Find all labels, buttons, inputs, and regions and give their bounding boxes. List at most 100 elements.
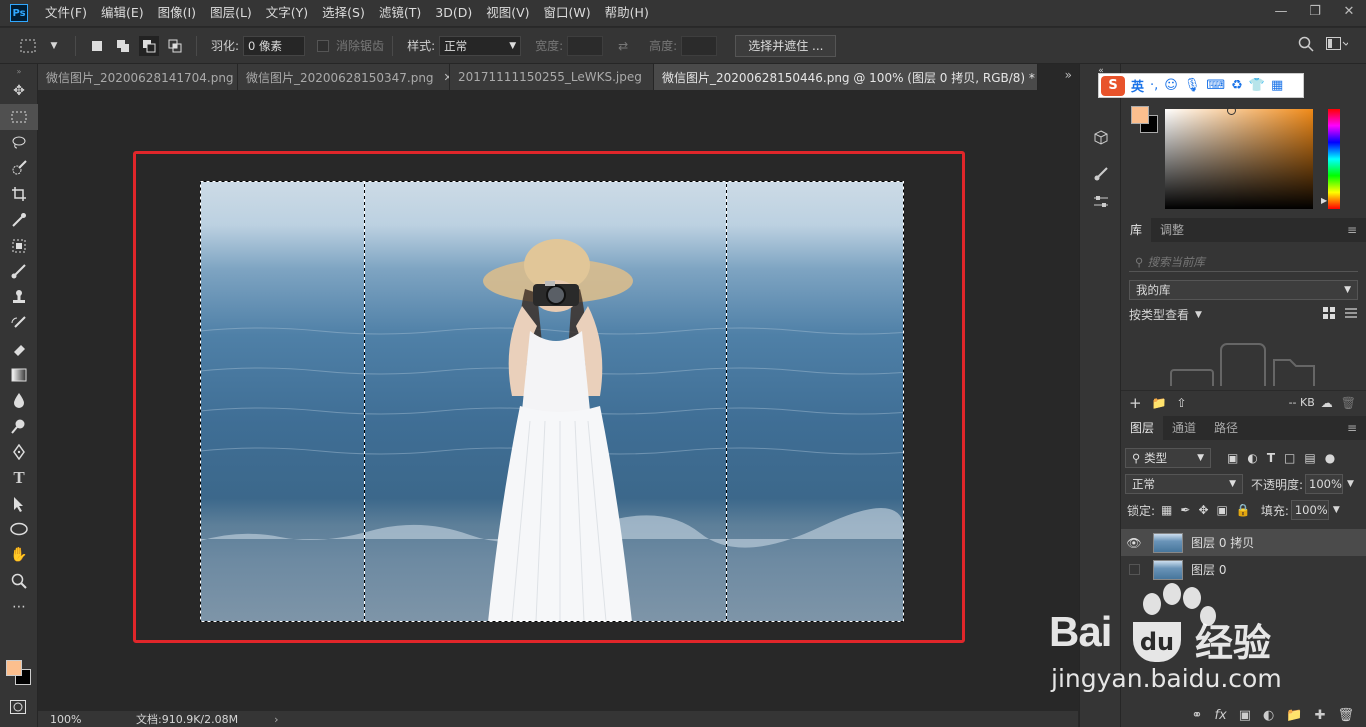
chevron-right-icon[interactable]: › xyxy=(274,713,278,726)
ime-lang[interactable]: 英 xyxy=(1131,76,1144,95)
skin-icon[interactable]: 👕 xyxy=(1249,78,1265,93)
microphone-icon[interactable]: 🎙 xyxy=(1184,78,1201,93)
pixel-filter-icon[interactable]: ▣ xyxy=(1227,451,1238,465)
quick-mask-icon[interactable] xyxy=(10,700,26,717)
brush-tool-icon[interactable] xyxy=(0,259,38,285)
pen-tool-icon[interactable] xyxy=(0,439,38,465)
menu-edit[interactable]: 编辑(E) xyxy=(94,0,151,26)
fx-icon[interactable]: fx xyxy=(1214,708,1226,723)
panel-menu-icon[interactable]: ≡ xyxy=(1338,416,1366,440)
blend-mode-select[interactable]: 正常 ▼ xyxy=(1125,474,1243,494)
lasso-tool-icon[interactable] xyxy=(0,130,38,156)
emoji-icon[interactable]: ☺ xyxy=(1164,78,1178,93)
add-selection-icon[interactable] xyxy=(113,36,133,56)
tab-adjustments[interactable]: 调整 xyxy=(1151,218,1193,242)
tab-document[interactable]: 微信图片_20200628150347.png✕ xyxy=(238,64,450,90)
visibility-eye-icon[interactable]: 👁 xyxy=(1121,536,1147,550)
visibility-toggle[interactable] xyxy=(1121,564,1147,575)
more-tools-icon[interactable]: ⋯ xyxy=(0,594,38,620)
hue-slider-handle[interactable]: ▶ xyxy=(1321,196,1327,205)
restore-icon[interactable]: ❐ xyxy=(1298,0,1332,22)
brush-panel-icon[interactable] xyxy=(1080,160,1122,188)
select-and-mask-button[interactable]: 选择并遮住 ... xyxy=(735,34,837,57)
ellipse-tool-icon[interactable] xyxy=(0,517,38,543)
lock-position-icon[interactable]: ✥ xyxy=(1198,503,1208,517)
filter-toggle-icon[interactable]: ● xyxy=(1325,451,1335,465)
collapse-icon[interactable]: » xyxy=(0,64,38,78)
trash-icon[interactable]: 🗑 xyxy=(1341,396,1356,410)
hue-slider[interactable] xyxy=(1328,109,1340,209)
menu-layer[interactable]: 图层(L) xyxy=(203,0,259,26)
grid-view-icon[interactable] xyxy=(1322,306,1336,323)
group-folder-icon[interactable]: 📁 xyxy=(1286,708,1302,723)
layer-row[interactable]: 图层 0 xyxy=(1121,556,1366,583)
healing-brush-tool-icon[interactable] xyxy=(0,233,38,259)
width-input[interactable] xyxy=(567,35,604,56)
cloud-icon[interactable]: ☁ xyxy=(1321,396,1333,410)
history-brush-tool-icon[interactable] xyxy=(0,310,38,336)
rect-marquee-tool-icon[interactable] xyxy=(0,103,38,130)
grid-menu-icon[interactable]: ▦ xyxy=(1271,78,1283,93)
antialias-checkbox[interactable] xyxy=(313,36,333,56)
zoom-tool-icon[interactable] xyxy=(0,568,38,594)
layer-name[interactable]: 图层 0 xyxy=(1191,561,1226,578)
tabs-overflow-icon[interactable]: » xyxy=(1065,68,1072,82)
chevron-down-icon[interactable]: ▼ xyxy=(44,36,64,56)
marquee-preset-icon[interactable] xyxy=(18,36,38,56)
color-picker-handle[interactable] xyxy=(1227,106,1236,115)
menu-type[interactable]: 文字(Y) xyxy=(259,0,315,26)
new-selection-icon[interactable] xyxy=(87,36,107,56)
chevron-down-icon[interactable]: ▼ xyxy=(1347,479,1354,489)
eraser-tool-icon[interactable] xyxy=(0,336,38,362)
workspace-icon[interactable] xyxy=(1326,37,1350,54)
subtract-selection-icon[interactable] xyxy=(139,35,159,56)
adjustment-layer-icon[interactable]: ◐ xyxy=(1263,708,1274,723)
stamp-tool-icon[interactable] xyxy=(0,284,38,310)
trash-icon[interactable]: 🗑 xyxy=(1337,708,1354,723)
menu-filter[interactable]: 滤镜(T) xyxy=(372,0,428,26)
toolbox-icon[interactable]: ♻ xyxy=(1231,78,1243,93)
eyedropper-tool-icon[interactable] xyxy=(0,207,38,233)
menu-3d[interactable]: 3D(D) xyxy=(428,0,479,26)
view-by-type[interactable]: 按类型查看 xyxy=(1129,306,1189,323)
foreground-color-swatch[interactable] xyxy=(6,660,22,676)
library-select[interactable]: 我的库 ▼ xyxy=(1129,280,1358,300)
list-view-icon[interactable] xyxy=(1344,306,1358,323)
link-layers-icon[interactable]: ⚭ xyxy=(1192,708,1203,723)
feather-input[interactable]: 0 像素 xyxy=(243,35,306,56)
swap-icon[interactable]: ⇄ xyxy=(613,36,633,56)
height-input[interactable] xyxy=(681,35,718,56)
chevron-down-icon[interactable]: ▼ xyxy=(1333,505,1340,515)
blur-tool-icon[interactable] xyxy=(0,388,38,414)
layer-row[interactable]: 👁 图层 0 拷贝 xyxy=(1121,529,1366,556)
upload-icon[interactable]: ⇧ xyxy=(1177,396,1187,410)
shape-filter-icon[interactable]: □ xyxy=(1284,451,1295,465)
adjust-panel-icon[interactable] xyxy=(1080,188,1122,216)
3d-panel-icon[interactable] xyxy=(1080,124,1122,152)
crop-tool-icon[interactable] xyxy=(0,181,38,207)
tab-channels[interactable]: 通道 xyxy=(1163,416,1205,440)
menu-window[interactable]: 窗口(W) xyxy=(537,0,598,26)
menu-help[interactable]: 帮助(H) xyxy=(598,0,656,26)
tab-document[interactable]: 20171111150255_LeWKS.jpeg✕ xyxy=(450,64,654,90)
type-filter-icon[interactable]: T xyxy=(1267,451,1275,465)
smart-filter-icon[interactable]: ▤ xyxy=(1304,451,1315,465)
lock-artboard-icon[interactable]: ▣ xyxy=(1217,503,1228,517)
style-select[interactable]: 正常 ▼ xyxy=(439,35,522,56)
layer-filter-select[interactable]: ⚲ 类型 ▼ xyxy=(1125,448,1211,468)
color-field[interactable] xyxy=(1165,109,1313,209)
lock-transparent-icon[interactable]: ▦ xyxy=(1161,503,1172,517)
search-icon[interactable] xyxy=(1298,36,1314,55)
library-search[interactable]: ⚲ 搜索当前库 xyxy=(1129,252,1358,272)
tab-document[interactable]: 微信图片_20200628141704.png✕ xyxy=(38,64,238,90)
fill-input[interactable]: 100% xyxy=(1290,500,1329,520)
foreground-color-swatch[interactable] xyxy=(1131,106,1149,124)
move-tool-icon[interactable]: ✥ xyxy=(0,78,38,104)
menu-image[interactable]: 图像(I) xyxy=(151,0,203,26)
folder-icon[interactable]: 📁 xyxy=(1152,396,1167,410)
type-tool-icon[interactable]: T xyxy=(0,465,38,491)
panel-menu-icon[interactable]: ≡ xyxy=(1338,218,1366,242)
menu-file[interactable]: 文件(F) xyxy=(38,0,94,26)
punctuation-icon[interactable]: ·, xyxy=(1150,78,1158,93)
menu-select[interactable]: 选择(S) xyxy=(315,0,372,26)
